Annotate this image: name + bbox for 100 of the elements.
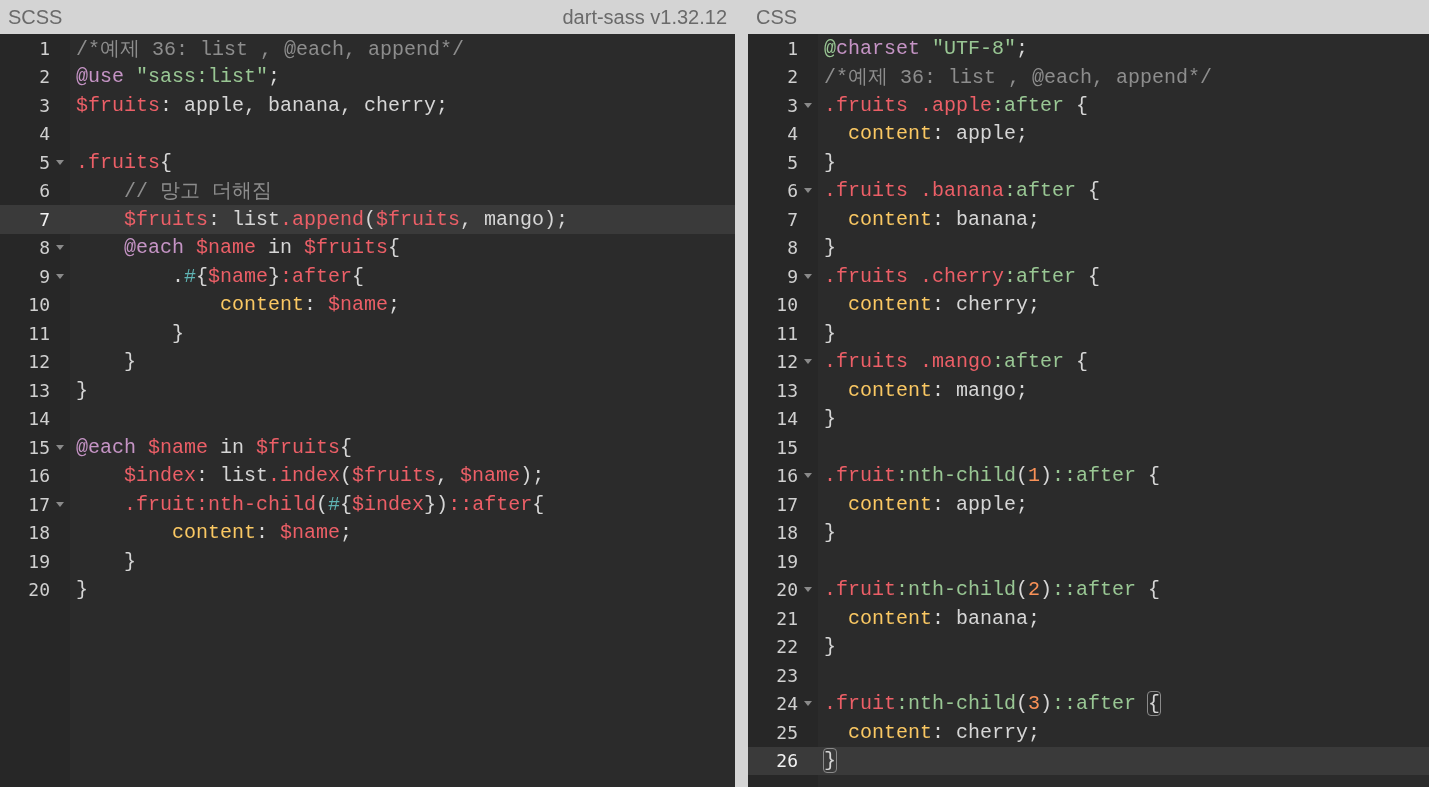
code-line: $fruits: apple, banana, cherry;	[75, 93, 449, 117]
line-number: 15	[27, 436, 50, 458]
code-line: }	[75, 378, 88, 402]
line-number: 17	[775, 493, 798, 515]
code-line: .fruits .banana:after {	[823, 179, 1101, 203]
line-number: 21	[775, 607, 798, 629]
fold-arrow-icon[interactable]	[804, 102, 812, 108]
line-number: 1	[786, 37, 798, 59]
code-line: /*예제 36: list , @each, append*/	[823, 65, 1213, 91]
line-number: 26	[775, 750, 798, 772]
line-number: 14	[775, 408, 798, 430]
fold-arrow-icon[interactable]	[804, 188, 812, 194]
code-line: @charset "UTF-8";	[823, 36, 1029, 60]
code-line: }	[823, 150, 836, 174]
code-line: $fruits: list.append($fruits, mango);	[123, 207, 569, 231]
code-line: }	[823, 521, 836, 545]
code-line: content: mango;	[847, 378, 1029, 402]
code-line: }	[823, 749, 836, 773]
code-line: .fruit:nth-child(2)::after {	[823, 578, 1161, 602]
code-line: .fruits .mango:after {	[823, 350, 1089, 374]
pane-title: CSS	[756, 5, 798, 29]
line-number: 20	[27, 579, 50, 601]
code-line: content: apple;	[847, 122, 1029, 146]
line-number: 4	[786, 123, 798, 145]
line-number: 8	[38, 237, 50, 259]
fold-arrow-icon[interactable]	[804, 587, 812, 593]
fold-arrow-icon[interactable]	[56, 501, 64, 507]
line-number: 13	[775, 379, 798, 401]
code-line: }	[823, 321, 836, 345]
code-line: content: $name;	[219, 293, 401, 317]
code-line: }	[75, 578, 88, 602]
fold-arrow-icon[interactable]	[804, 701, 812, 707]
code-line: .fruits .apple:after {	[823, 93, 1089, 117]
line-number: 22	[775, 636, 798, 658]
code-line: .#{$name}:after{	[171, 264, 365, 288]
fold-arrow-icon[interactable]	[56, 245, 64, 251]
code-line: }	[123, 350, 136, 374]
line-number: 23	[775, 664, 798, 686]
code-line: }	[171, 321, 185, 345]
code-line: .fruit:nth-child(#{$index})::after{	[123, 492, 545, 516]
line-number: 2	[786, 66, 798, 88]
line-number: 12	[775, 351, 798, 373]
code-line: /*예제 36: list , @each, append*/	[75, 36, 465, 62]
code-line: @each $name in $fruits{	[123, 236, 401, 260]
code-line: }	[123, 549, 136, 573]
line-number: 18	[775, 522, 798, 544]
line-number: 5	[38, 151, 50, 173]
line-number: 11	[27, 322, 50, 344]
line-number: 11	[775, 322, 798, 344]
line-number: 19	[775, 550, 798, 572]
line-number: 6	[38, 180, 50, 202]
code-line: content: apple;	[847, 492, 1029, 516]
fold-arrow-icon[interactable]	[804, 359, 812, 365]
fold-arrow-icon[interactable]	[56, 159, 64, 165]
code-line: .fruit:nth-child(3)::after {	[823, 692, 1161, 716]
line-number: 7	[786, 208, 798, 230]
line-number: 6	[786, 180, 798, 202]
line-number: 14	[27, 408, 50, 430]
compiler-version: dart-sass v1.32.12	[562, 5, 727, 29]
line-number: 1	[38, 37, 50, 59]
code-line: $index: list.index($fruits, $name);	[123, 464, 545, 488]
fold-arrow-icon[interactable]	[56, 444, 64, 450]
line-number: 5	[786, 151, 798, 173]
fold-arrow-icon[interactable]	[56, 273, 64, 279]
line-number: 12	[27, 351, 50, 373]
code-line: content: $name;	[171, 521, 353, 545]
line-number: 16	[27, 465, 50, 487]
line-number: 19	[27, 550, 50, 572]
line-number: 7	[38, 208, 50, 230]
code-line: .fruits .cherry:after {	[823, 264, 1101, 288]
code-line: @each $name in $fruits{	[75, 435, 353, 459]
code-line: // 망고 더해짐	[123, 179, 272, 205]
line-number: 24	[775, 693, 798, 715]
code-line: }	[823, 635, 836, 659]
line-number: 3	[38, 94, 50, 116]
line-number: 17	[27, 493, 50, 515]
code-line: @use "sass:list";	[75, 65, 281, 89]
code-line: }	[823, 236, 836, 260]
line-number: 2	[38, 66, 50, 88]
code-line: content: banana;	[847, 207, 1041, 231]
line-number: 10	[27, 294, 50, 316]
line-number: 10	[775, 294, 798, 316]
line-number: 20	[775, 579, 798, 601]
line-number: 9	[786, 265, 798, 287]
code-line: content: cherry;	[847, 293, 1041, 317]
pane-title: SCSS	[8, 5, 63, 29]
line-number: 9	[38, 265, 50, 287]
code-line: .fruit:nth-child(1)::after {	[823, 464, 1161, 488]
code-line: }	[823, 407, 836, 431]
line-number: 25	[775, 721, 798, 743]
line-number: 3	[786, 94, 798, 116]
line-number: 13	[27, 379, 50, 401]
line-number: 8	[786, 237, 798, 259]
line-number: 16	[775, 465, 798, 487]
fold-arrow-icon[interactable]	[804, 473, 812, 479]
fold-arrow-icon[interactable]	[804, 273, 812, 279]
code-line: .fruits{	[75, 150, 173, 174]
line-number: 4	[38, 123, 50, 145]
line-number: 18	[27, 522, 50, 544]
code-line: content: banana;	[847, 606, 1041, 630]
